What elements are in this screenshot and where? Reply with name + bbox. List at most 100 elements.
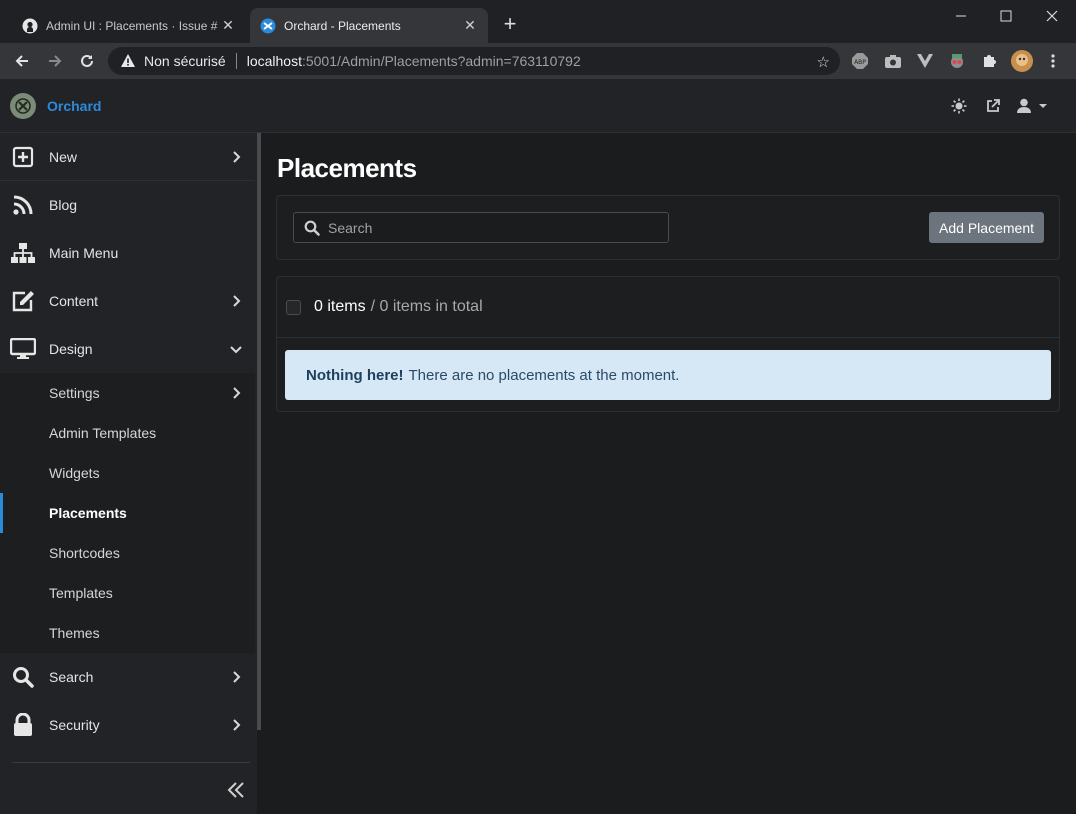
reload-icon[interactable] — [75, 49, 99, 73]
sidebar-item-label: Admin Templates — [49, 425, 157, 441]
browser-tab-orchard[interactable]: Orchard - Placements ✕ — [250, 8, 488, 43]
sidebar-item-new[interactable]: New — [0, 133, 255, 181]
sidebar-item-security[interactable]: Security — [0, 701, 255, 749]
lock-icon — [10, 712, 36, 738]
vue-icon[interactable] — [915, 51, 935, 71]
sidebar-item-content[interactable]: Content — [0, 277, 255, 325]
star-icon[interactable]: ☆ — [817, 53, 830, 71]
design-submenu: Settings Admin Templates Widgets Placeme… — [0, 373, 255, 653]
sidebar-item-label: Templates — [49, 585, 113, 601]
camera-icon[interactable] — [883, 51, 903, 71]
collapse-sidebar-icon[interactable] — [224, 778, 248, 802]
orchard-logo-icon — [10, 93, 36, 119]
external-link-icon[interactable] — [984, 97, 1002, 115]
minimize-icon[interactable] — [938, 4, 984, 28]
filter-card: Add Placement — [276, 195, 1060, 260]
main-content: Placements Add Placement 0 items / 0 ite… — [261, 133, 1076, 814]
svg-text:ABP: ABP — [854, 59, 866, 66]
tab-title: Orchard - Placements — [284, 18, 401, 33]
sidebar-item-label: Security — [49, 717, 100, 733]
active-indicator — [0, 493, 3, 533]
sidebar-item-shortcodes[interactable]: Shortcodes — [0, 533, 255, 573]
sidebar-item-label: Main Menu — [49, 245, 119, 261]
sidebar-item-themes[interactable]: Themes — [0, 613, 255, 653]
chevron-right-icon — [229, 718, 243, 732]
spy-icon[interactable] — [947, 51, 967, 71]
orchard-icon — [260, 18, 276, 34]
chevron-right-icon — [229, 150, 243, 164]
chevron-down-icon — [229, 345, 243, 354]
address-bar[interactable]: Non sécurisé localhost:5001/Admin/Placem… — [108, 47, 840, 75]
github-icon — [22, 18, 38, 34]
browser-menu-icon[interactable] — [1043, 51, 1063, 71]
sidebar-item-placements[interactable]: Placements — [0, 493, 255, 533]
app-header: Orchard — [0, 79, 1076, 133]
close-icon[interactable]: ✕ — [218, 16, 238, 36]
search-input[interactable] — [328, 219, 648, 236]
chevron-right-icon — [229, 670, 243, 684]
sidebar-item-settings[interactable]: Settings — [0, 373, 255, 413]
search-icon — [304, 220, 320, 236]
admin-sidebar: New Blog Main Menu Content Design Settin… — [0, 133, 257, 814]
placements-list-card: 0 items / 0 items in total Nothing here!… — [276, 276, 1060, 412]
sidebar-item-label: Blog — [49, 197, 78, 213]
sidebar-item-templates[interactable]: Templates — [0, 573, 255, 613]
brand[interactable]: Orchard — [10, 93, 101, 119]
rss-icon — [10, 192, 36, 218]
select-all-checkbox[interactable] — [286, 299, 301, 315]
sidebar-item-design[interactable]: Design — [0, 325, 255, 373]
sidebar-item-blog[interactable]: Blog — [0, 181, 255, 229]
user-menu-icon[interactable] — [1016, 97, 1052, 115]
alert-text: There are no placements at the moment. — [408, 366, 680, 384]
puzzle-icon[interactable] — [979, 51, 999, 71]
abp-icon[interactable]: ABP — [850, 51, 870, 71]
sidebar-item-label: Widgets — [49, 465, 100, 481]
edit-icon — [10, 288, 36, 314]
theme-toggle-icon[interactable] — [950, 97, 968, 115]
sidebar-item-label: Content — [49, 293, 99, 309]
warning-icon — [120, 53, 136, 69]
search-icon — [10, 664, 36, 690]
sidebar-item-main-menu[interactable]: Main Menu — [0, 229, 255, 277]
chevron-right-icon — [229, 294, 243, 308]
page-title: Placements — [277, 153, 417, 183]
forward-icon[interactable] — [43, 49, 67, 73]
close-icon[interactable]: ✕ — [460, 16, 480, 36]
sidebar-item-label: New — [49, 148, 78, 165]
url-path: :5001/Admin/Placements?admin=763110792 — [301, 53, 581, 69]
list-header: 0 items / 0 items in total — [277, 277, 1059, 338]
back-icon[interactable] — [10, 49, 34, 73]
sidebar-item-admin-templates[interactable]: Admin Templates — [0, 413, 255, 453]
plus-square-icon — [10, 144, 36, 170]
url-host: localhost — [246, 53, 302, 69]
sidebar-item-label: Search — [49, 669, 94, 685]
sidebar-item-label: Settings — [49, 385, 100, 401]
chevron-right-icon — [229, 386, 243, 400]
sidebar-item-search[interactable]: Search — [0, 653, 255, 701]
brand-name: Orchard — [47, 98, 102, 114]
sitemap-icon — [10, 240, 36, 266]
alert-heading: Nothing here! — [306, 366, 404, 384]
maximize-icon[interactable] — [983, 4, 1029, 28]
security-label: Non sécurisé — [144, 53, 226, 69]
tab-title: Admin UI : Placements · Issue #8 — [46, 18, 218, 33]
sidebar-item-label: Shortcodes — [49, 545, 120, 561]
browser-toolbar: Non sécurisé localhost:5001/Admin/Placem… — [0, 43, 1076, 79]
divider — [235, 53, 237, 69]
item-count: 0 items — [314, 298, 366, 315]
item-total: / 0 items in total — [370, 298, 483, 315]
search-field[interactable] — [293, 212, 669, 243]
profile-avatar[interactable] — [1010, 49, 1034, 73]
sidebar-item-label: Themes — [49, 625, 100, 641]
empty-alert: Nothing here! There are no placements at… — [285, 350, 1051, 400]
desktop-icon — [10, 336, 36, 362]
new-tab-button[interactable]: + — [499, 13, 521, 36]
browser-tab-bar: Admin UI : Placements · Issue #8 ✕ Orcha… — [0, 0, 1076, 43]
add-placement-button[interactable]: Add Placement — [929, 212, 1044, 243]
sidebar-item-widgets[interactable]: Widgets — [0, 453, 255, 493]
browser-tab-github[interactable]: Admin UI : Placements · Issue #8 ✕ — [8, 8, 246, 43]
sidebar-item-label: Design — [49, 341, 93, 357]
divider — [12, 762, 250, 763]
sidebar-item-label: Placements — [49, 505, 127, 521]
window-close-icon[interactable] — [1029, 4, 1075, 28]
